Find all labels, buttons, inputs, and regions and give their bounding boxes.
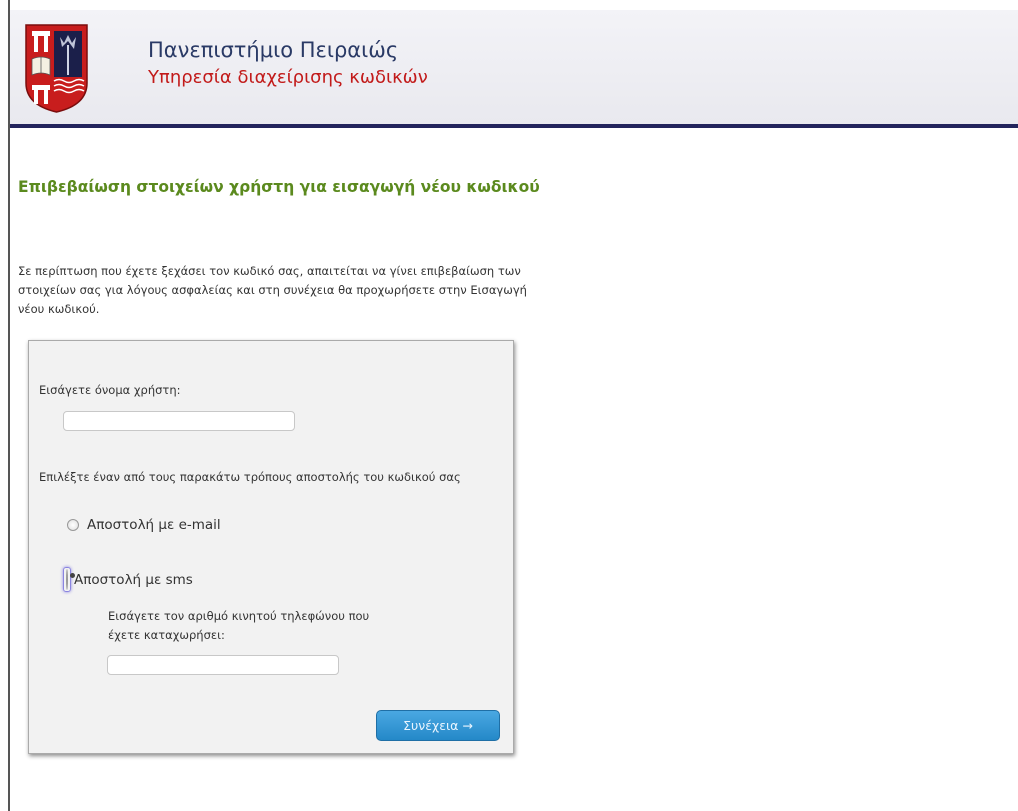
page: Πανεπιστήμιο Πειραιώς Υπηρεσία διαχείρισ… <box>0 0 1018 811</box>
sms-radio-label[interactable]: Αποστολή με sms <box>74 572 193 588</box>
service-name: Υπηρεσία διαχείρισης κωδικών <box>148 67 428 88</box>
phone-input[interactable] <box>107 655 339 675</box>
intro-text: Σε περίπτωση που έχετε ξεχάσει τον κωδικ… <box>18 264 527 316</box>
verification-form-panel: Εισάγετε όνομα χρήστη: Επιλέξτε έναν από… <box>28 340 514 754</box>
radio-option-email[interactable]: Αποστολή με e-mail <box>67 517 221 533</box>
sms-radio-focus[interactable] <box>63 567 71 592</box>
university-crest-icon <box>25 24 88 113</box>
header-bar <box>10 124 1018 128</box>
phone-label: Εισάγετε τον αριθμό κινητού τηλεφώνου πο… <box>108 609 370 642</box>
university-name: Πανεπιστήμιο Πειραιώς <box>148 38 399 62</box>
username-input[interactable] <box>63 411 295 431</box>
username-label: Εισάγετε όνομα χρήστη: <box>39 383 181 397</box>
email-radio[interactable] <box>67 519 79 531</box>
method-label: Επιλέξτε έναν από τους παρακάτω τρόπους … <box>39 470 461 484</box>
page-title: Επιβεβαίωση στοιχείων χρήστη για εισαγωγ… <box>18 178 540 196</box>
radio-option-sms[interactable]: Αποστολή με sms <box>63 567 193 592</box>
sms-radio[interactable] <box>66 569 68 590</box>
email-radio-label[interactable]: Αποστολή με e-mail <box>87 517 221 533</box>
continue-button[interactable]: Συνέχεια → <box>376 710 500 741</box>
